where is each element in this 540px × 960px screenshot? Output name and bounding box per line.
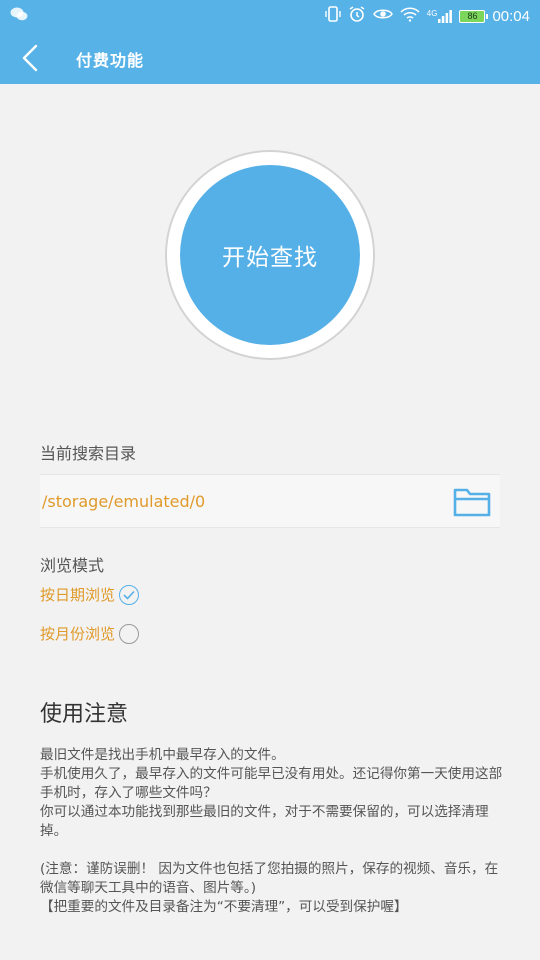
notes-title: 使用注意 [40, 702, 129, 727]
notes-paragraph: 手机使用久了，最早存入的文件可能早已没有用处。还记得你第一天使用这部手机时，存入… [40, 766, 503, 801]
network-type: 4G [426, 9, 438, 18]
start-search-label: 开始查找 [222, 245, 318, 271]
alarm-icon [348, 5, 366, 27]
browse-mode-label: 浏览模式 [40, 556, 105, 575]
empty-circle-icon[interactable] [119, 623, 140, 644]
option-by-month-label: 按月份浏览 [40, 625, 116, 643]
option-by-month[interactable]: 按月份浏览 [40, 623, 140, 644]
vibrate-icon [325, 5, 341, 27]
check-circle-icon[interactable] [119, 584, 140, 605]
battery-level: 86 [467, 11, 478, 21]
page-title: 付费功能 [76, 51, 145, 70]
status-bar: 4G 86 00:04 [0, 0, 540, 32]
start-search-button[interactable]: 开始查找 [180, 165, 360, 345]
back-button[interactable] [18, 42, 46, 74]
app-bar: 付费功能 [0, 32, 540, 84]
notes-body: 最旧文件是找出手机中最早存入的文件。 手机使用久了，最早存入的文件可能早已没有用… [40, 746, 510, 917]
status-time: 00:04 [492, 7, 530, 25]
notes-paragraph: 你可以通过本功能找到那些最旧的文件，对于不需要保留的，可以选择清理掉。 [40, 804, 489, 839]
signal-icon: 4G [427, 9, 453, 23]
notes-warning: (注意：谨防误删！ 因为文件也包括了您拍摄的照片，保存的视频、音乐，在微信等聊天… [40, 861, 499, 896]
wechat-icon [10, 6, 28, 26]
battery-indicator: 86 [459, 9, 489, 23]
option-by-date-label: 按日期浏览 [40, 586, 116, 604]
notes-tip: 【把重要的文件及目录备注为“不要清理”，可以受到保护喔】 [40, 899, 408, 915]
directory-path: /storage/emulated/0 [42, 492, 206, 511]
folder-icon[interactable] [452, 483, 492, 519]
directory-path-field[interactable]: /storage/emulated/0 [40, 474, 500, 528]
eye-icon [372, 6, 393, 26]
notes-paragraph: 最旧文件是找出手机中最早存入的文件。 [40, 747, 285, 763]
wifi-icon [400, 6, 420, 26]
option-by-date[interactable]: 按日期浏览 [40, 584, 140, 605]
chevron-left-icon [22, 44, 38, 72]
directory-label: 当前搜索目录 [40, 444, 137, 463]
